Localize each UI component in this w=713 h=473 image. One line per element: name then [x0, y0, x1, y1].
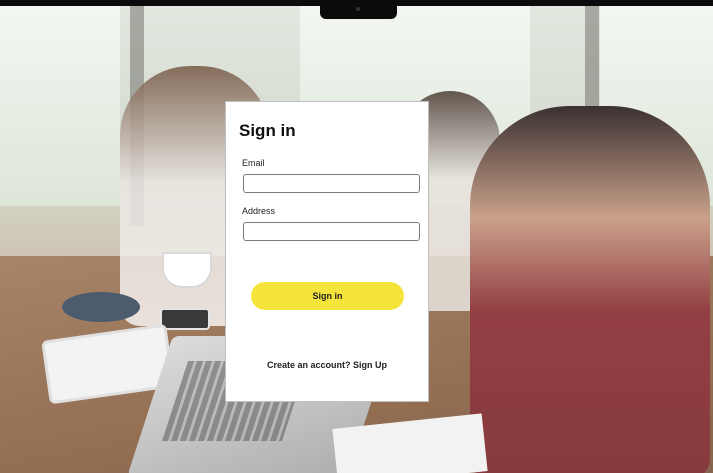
- device-notch: [320, 0, 397, 19]
- signup-prompt: Create an account? Sign Up: [226, 360, 428, 370]
- signin-title: Sign in: [239, 121, 296, 140]
- signup-prompt-text: Create an account?: [266, 360, 351, 370]
- email-label: Email: [242, 158, 265, 168]
- address-field[interactable]: [243, 222, 420, 241]
- camera-icon: [356, 7, 360, 11]
- signin-button[interactable]: Sign in: [251, 282, 404, 310]
- email-field[interactable]: [243, 174, 420, 193]
- address-label: Address: [242, 206, 276, 216]
- signin-card: Sign in Email Address Sign in Create an …: [225, 101, 429, 402]
- signup-link[interactable]: Sign Up: [353, 360, 387, 370]
